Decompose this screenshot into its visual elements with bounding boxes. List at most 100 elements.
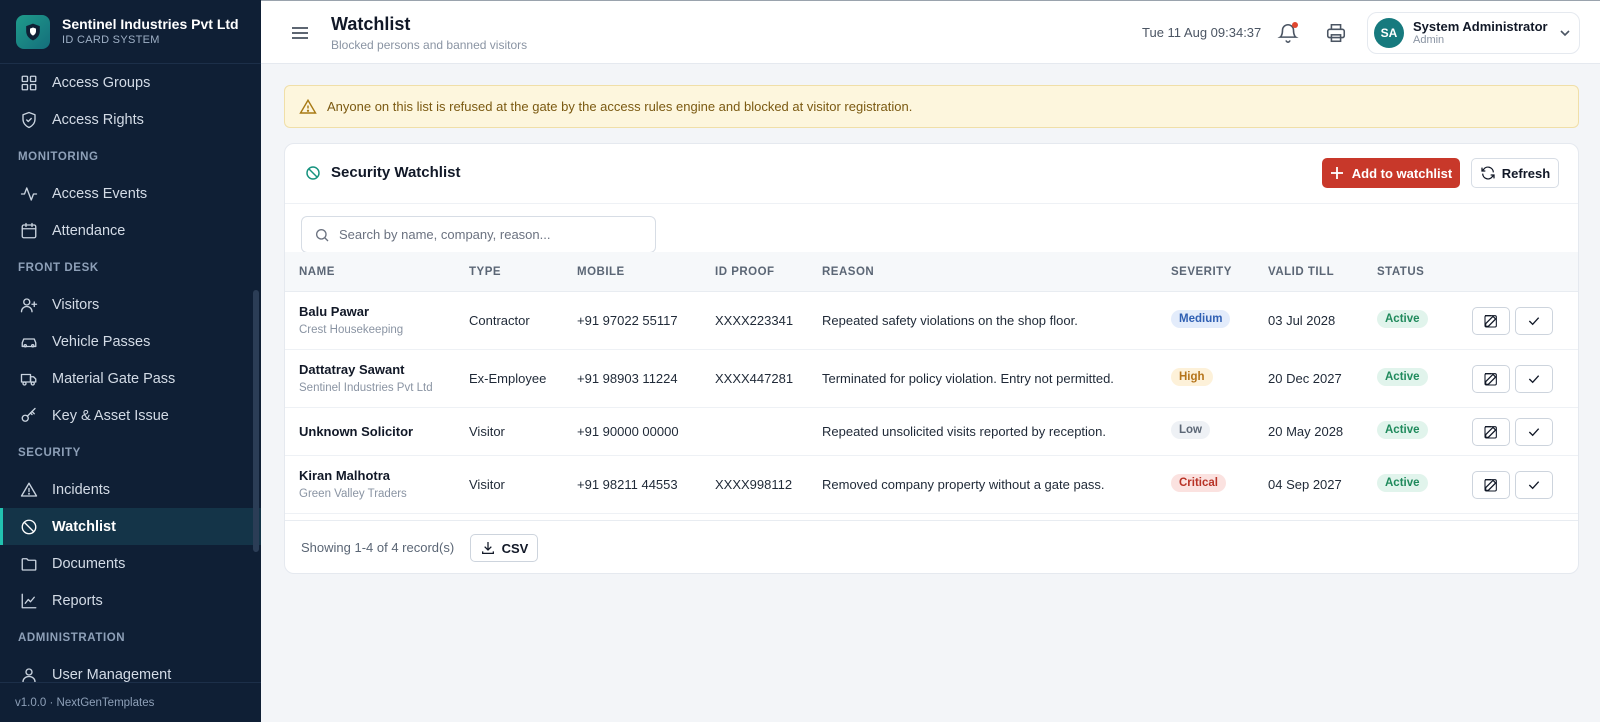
severity-cell: Medium bbox=[1171, 310, 1231, 328]
severity-cell: Low bbox=[1171, 421, 1210, 439]
status-badge: Active bbox=[1377, 310, 1428, 328]
col-status[interactable]: STATUS bbox=[1377, 266, 1424, 278]
ban-icon bbox=[306, 165, 320, 180]
user-name: System Administrator bbox=[1413, 19, 1548, 34]
status-cell: Active bbox=[1377, 421, 1428, 439]
sidebar-item-access-rights[interactable]: Access Rights bbox=[0, 101, 261, 138]
person-name: Balu Pawar bbox=[299, 304, 370, 319]
col-name[interactable]: NAME bbox=[299, 266, 335, 278]
csv-export-button[interactable]: CSV bbox=[470, 534, 538, 562]
person-cell: Unknown Solicitor bbox=[299, 424, 413, 439]
sidebar-item-material-gate-pass[interactable]: Material Gate Pass bbox=[0, 360, 261, 397]
sidebar-item-access-groups[interactable]: Access Groups bbox=[0, 64, 261, 101]
info-alert: Anyone on this list is refused at the ga… bbox=[284, 85, 1579, 128]
sidebar-nav: Access Groups Access Rights MONITORING Acce… bbox=[0, 64, 261, 682]
resolve-button[interactable] bbox=[1515, 307, 1553, 335]
status-cell: Active bbox=[1377, 368, 1428, 386]
severity-badge: Critical bbox=[1171, 474, 1226, 492]
col-idproof[interactable]: ID PROOF bbox=[715, 266, 775, 278]
resolve-button[interactable] bbox=[1515, 471, 1553, 499]
reason-cell: Repeated unsolicited visits reported by … bbox=[822, 424, 1106, 439]
calendar-icon bbox=[21, 222, 37, 238]
search-box[interactable] bbox=[301, 216, 656, 253]
sidebar-item-label: Key & Asset Issue bbox=[52, 407, 169, 424]
hamburger-menu-icon[interactable] bbox=[289, 23, 311, 43]
nav-section-front-desk: FRONT DESK bbox=[18, 261, 99, 274]
edit-icon bbox=[1484, 479, 1497, 492]
status-cell: Active bbox=[1377, 310, 1428, 328]
sidebar-item-attendance[interactable]: Attendance bbox=[0, 212, 261, 249]
refresh-icon bbox=[1481, 166, 1495, 180]
card-title-text: Security Watchlist bbox=[331, 164, 461, 181]
key-icon bbox=[21, 407, 36, 422]
sidebar-item-user-management[interactable]: User Management bbox=[0, 656, 261, 682]
plus-icon bbox=[1330, 167, 1343, 179]
add-to-watchlist-button[interactable]: Add to watchlist bbox=[1322, 158, 1460, 188]
brand: Sentinel Industries Pvt Ltd ID CARD SYST… bbox=[0, 0, 261, 64]
person-cell: Dattatray Sawant Sentinel Industries Pvt … bbox=[299, 362, 433, 394]
line-chart-icon bbox=[21, 593, 37, 608]
watchlist-card: Security Watchlist Add to watchlist Refr… bbox=[284, 143, 1579, 574]
status-cell: Active bbox=[1377, 474, 1428, 492]
sidebar-item-incidents[interactable]: Incidents bbox=[0, 471, 261, 508]
type-cell: Visitor bbox=[469, 477, 505, 492]
person-name: Unknown Solicitor bbox=[299, 424, 414, 439]
col-reason[interactable]: REASON bbox=[822, 266, 874, 278]
person-company: Crest Housekeeping bbox=[299, 324, 404, 336]
sidebar-item-label: Access Groups bbox=[52, 74, 151, 91]
page-subtitle: Blocked persons and banned visitors bbox=[331, 38, 528, 52]
printer-icon[interactable] bbox=[1325, 22, 1347, 44]
sidebar-item-key-asset-issue[interactable]: Key & Asset Issue bbox=[0, 397, 261, 434]
edit-button[interactable] bbox=[1472, 418, 1510, 446]
topbar: Watchlist Blocked persons and banned vis… bbox=[261, 0, 1600, 64]
sidebar-item-documents[interactable]: Documents bbox=[0, 545, 261, 582]
person-cell: Balu Pawar Crest Housekeeping bbox=[299, 304, 403, 336]
user-menu[interactable]: SA System Administrator Admin bbox=[1367, 12, 1580, 54]
valid-till-cell: 20 May 2028 bbox=[1268, 424, 1344, 439]
sidebar-item-label: Attendance bbox=[52, 222, 126, 239]
check-icon bbox=[1528, 428, 1540, 437]
type-cell: Contractor bbox=[469, 313, 530, 328]
resolve-button[interactable] bbox=[1515, 418, 1553, 446]
edit-button[interactable] bbox=[1472, 307, 1510, 335]
sidebar-item-label: Access Rights bbox=[52, 111, 144, 128]
severity-badge: Medium bbox=[1171, 310, 1231, 328]
sidebar-item-label: Reports bbox=[52, 592, 103, 609]
table-row: Balu Pawar Crest Housekeeping Contractor +9… bbox=[285, 292, 1578, 350]
refresh-button[interactable]: Refresh bbox=[1471, 158, 1559, 188]
activity-icon bbox=[20, 186, 38, 201]
col-type[interactable]: TYPE bbox=[469, 266, 501, 278]
severity-badge: Low bbox=[1171, 421, 1210, 439]
sidebar-item-label: Vehicle Passes bbox=[52, 333, 151, 350]
sidebar-item-visitors[interactable]: Visitors bbox=[0, 286, 261, 323]
col-mobile[interactable]: MOBILE bbox=[577, 266, 625, 278]
col-valid-till[interactable]: VALID TILL bbox=[1268, 266, 1334, 278]
type-cell: Ex-Employee bbox=[469, 371, 547, 386]
type-cell: Visitor bbox=[469, 424, 505, 439]
nav-section-monitoring: MONITORING bbox=[18, 150, 99, 163]
table-header: NAME TYPE MOBILE ID PROOF REASON SEVERIT… bbox=[285, 252, 1578, 292]
sidebar-item-reports[interactable]: Reports bbox=[0, 582, 261, 619]
search-icon bbox=[316, 228, 329, 241]
sidebar-scrollbar[interactable] bbox=[253, 290, 259, 552]
sidebar-item-watchlist[interactable]: Watchlist bbox=[0, 508, 261, 545]
check-icon bbox=[1528, 375, 1540, 384]
mobile-cell: +91 98211 44553 bbox=[577, 477, 678, 492]
reason-cell: Terminated for policy violation. Entry n… bbox=[822, 371, 1114, 386]
sidebar-item-vehicle-passes[interactable]: Vehicle Passes bbox=[0, 323, 261, 360]
edit-button[interactable] bbox=[1472, 471, 1510, 499]
edit-icon bbox=[1484, 315, 1497, 328]
edit-button[interactable] bbox=[1472, 365, 1510, 393]
valid-till-cell: 20 Dec 2027 bbox=[1268, 371, 1342, 386]
brand-name: Sentinel Industries Pvt Ltd bbox=[62, 16, 239, 32]
avatar: SA bbox=[1374, 18, 1404, 48]
resolve-button[interactable] bbox=[1515, 365, 1553, 393]
user-plus-icon bbox=[20, 297, 38, 312]
sidebar-item-label: Access Events bbox=[52, 185, 148, 202]
search-input[interactable] bbox=[339, 227, 639, 242]
sidebar-footer: v1.0.0 · NextGenTemplates bbox=[0, 682, 261, 722]
col-severity[interactable]: SEVERITY bbox=[1171, 266, 1232, 278]
alert-triangle-icon bbox=[20, 482, 38, 497]
sidebar-item-access-events[interactable]: Access Events bbox=[0, 175, 261, 212]
reason-cell: Removed company property without a gate … bbox=[822, 477, 1105, 492]
